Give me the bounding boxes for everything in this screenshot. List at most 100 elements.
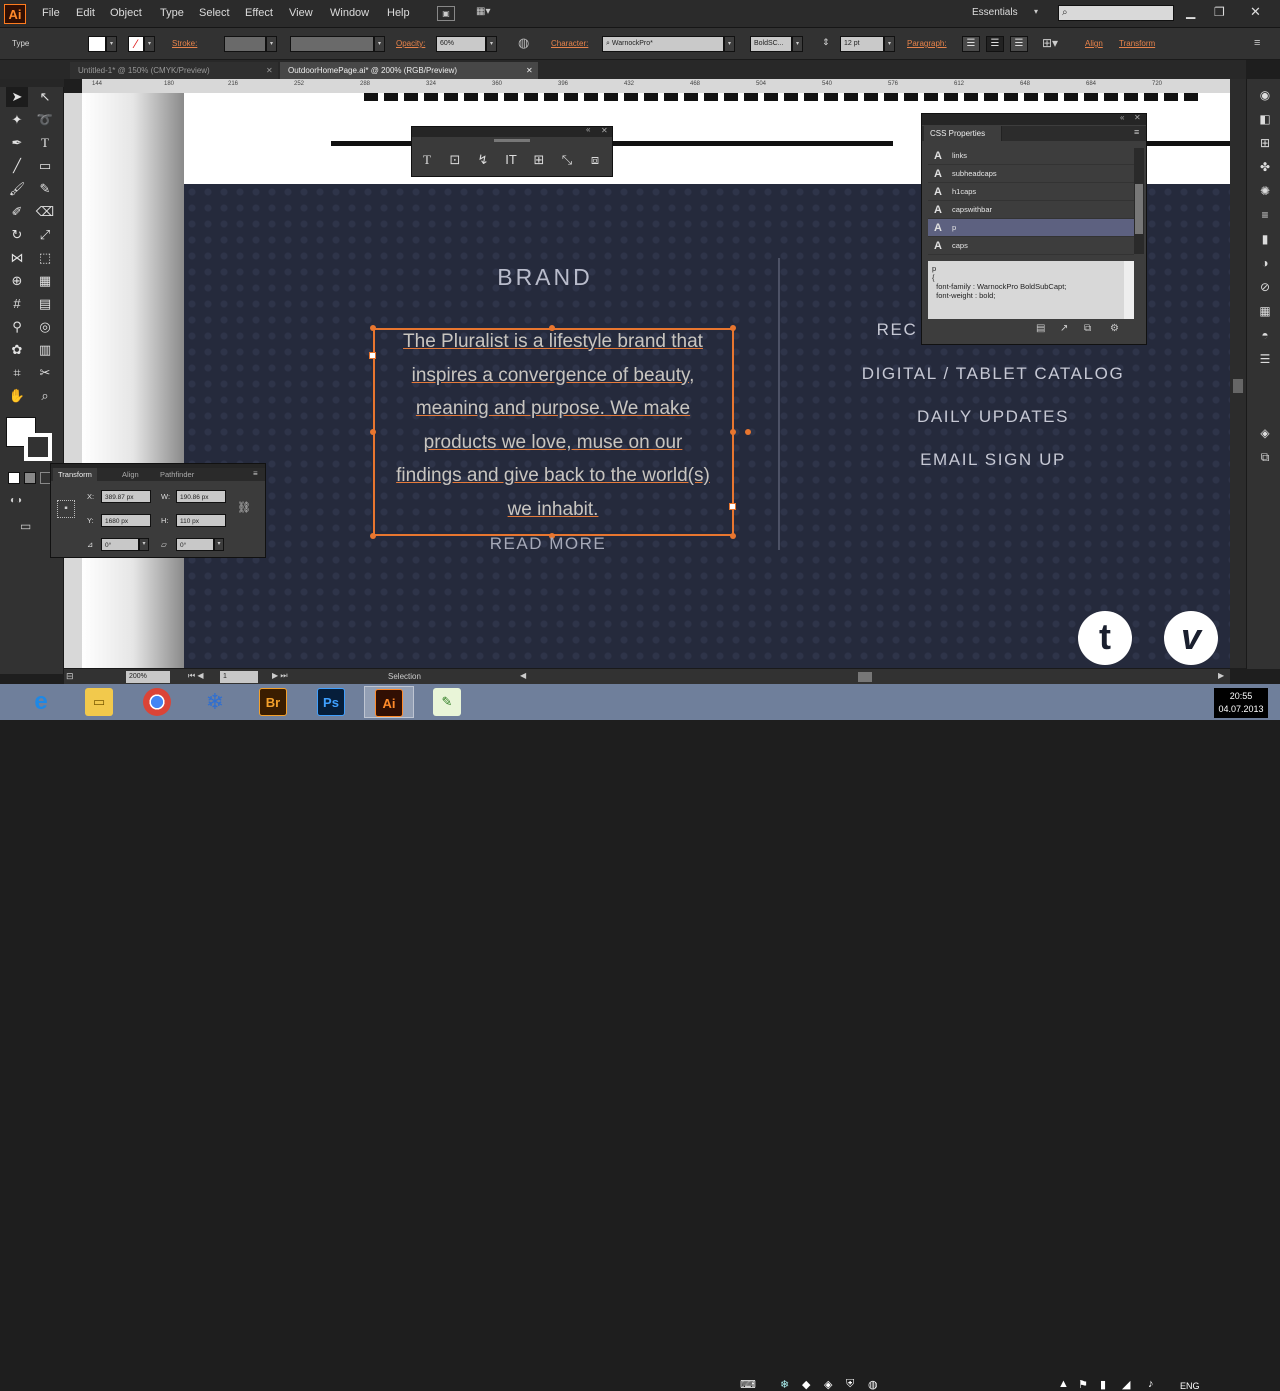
taskbar-notepad[interactable]: ✎: [422, 686, 472, 718]
appearance-panel-icon[interactable]: ⊘: [1256, 279, 1274, 295]
show-hidden-icons[interactable]: ▲: [1058, 1378, 1069, 1390]
font-family-field[interactable]: ⌕ WarnockPro*: [602, 36, 724, 52]
vimeo-icon[interactable]: v: [1164, 611, 1218, 665]
fill-dropdown-icon[interactable]: ▾: [106, 36, 117, 52]
taskbar-photoshop[interactable]: Ps: [306, 686, 356, 718]
vertical-scrollbar[interactable]: [1230, 79, 1246, 668]
touch-type-tool-icon[interactable]: ⧈: [586, 151, 604, 169]
css-style-row[interactable]: Alinks: [928, 147, 1134, 165]
shear-field[interactable]: 0°: [176, 538, 214, 551]
taskbar-snowflake[interactable]: ❄: [190, 686, 240, 718]
column-graph-tool-icon[interactable]: ▥: [34, 340, 56, 360]
css-style-row-selected[interactable]: Ap: [928, 219, 1134, 237]
zoom-tool-icon[interactable]: ⌕: [34, 386, 56, 406]
type-tool-icon[interactable]: T: [34, 133, 56, 153]
first-artboard-icon[interactable]: ⏮ ◀: [188, 671, 204, 681]
variable-width-dropdown[interactable]: [290, 36, 374, 52]
font-size-dropdown-icon[interactable]: ▾: [884, 36, 895, 52]
flag-icon[interactable]: ⚑: [1078, 1378, 1088, 1391]
magic-wand-tool-icon[interactable]: ✦: [6, 110, 28, 130]
rotate-field[interactable]: 0°: [101, 538, 139, 551]
fill-swatch[interactable]: [88, 36, 106, 52]
rotate-dropdown-icon[interactable]: ▾: [139, 538, 149, 551]
font-family-dropdown-icon[interactable]: ▾: [724, 36, 735, 52]
lasso-tool-icon[interactable]: ➰: [34, 110, 56, 130]
workspace-switcher[interactable]: Essentials: [972, 7, 1018, 18]
font-style-field[interactable]: BoldSC...: [750, 36, 792, 52]
tab-close-icon[interactable]: ✕: [526, 62, 533, 79]
artboard-number-field[interactable]: 1: [220, 671, 258, 683]
color-guide-icon[interactable]: ◧: [1256, 111, 1274, 127]
align-link[interactable]: Align: [1085, 39, 1103, 48]
close-icon[interactable]: ✕: [1134, 113, 1141, 122]
tab-close-icon[interactable]: ✕: [266, 62, 273, 79]
tray-network-icon[interactable]: ◈: [824, 1378, 832, 1391]
transparency-panel-icon[interactable]: ◑: [1256, 255, 1274, 271]
panel-title-bar[interactable]: « ✕: [922, 113, 1146, 125]
collapse-icon[interactable]: «: [1120, 113, 1124, 122]
character-panel-icon[interactable]: ◓: [1256, 327, 1274, 343]
battery-icon[interactable]: ▮: [1100, 1378, 1106, 1391]
menu-help[interactable]: Help: [387, 7, 410, 19]
pencil-tool-icon[interactable]: ✎: [34, 179, 56, 199]
type-on-path-tool-icon[interactable]: ↯: [474, 151, 492, 169]
system-clock[interactable]: 20:55 04.07.2013: [1214, 688, 1268, 718]
direct-selection-tool-icon[interactable]: ↖: [34, 87, 56, 107]
stroke-panel-icon[interactable]: ≡: [1256, 207, 1274, 223]
stroke-weight-dropdown-icon[interactable]: ▾: [266, 36, 277, 52]
chevron-down-icon[interactable]: ▾: [1034, 7, 1038, 16]
hscroll-right-icon[interactable]: ▶: [1218, 671, 1224, 680]
rotate-tool-icon[interactable]: ↻: [6, 225, 28, 245]
code-scrollbar[interactable]: [1124, 261, 1134, 319]
bridge-icon[interactable]: ▣: [437, 6, 455, 21]
zoom-menu-icon[interactable]: ⊟: [66, 671, 74, 682]
artboard-tool-icon[interactable]: ⌗: [6, 363, 28, 383]
export-selected-icon[interactable]: ▤: [1036, 323, 1045, 334]
zoom-field[interactable]: 200%: [126, 671, 170, 683]
wifi-icon[interactable]: ◢: [1122, 1378, 1130, 1391]
tray-snowflake-icon[interactable]: ❄: [780, 1378, 789, 1391]
graphic-styles-panel-icon[interactable]: ▦: [1256, 303, 1274, 319]
stroke-label[interactable]: Stroke:: [172, 39, 197, 48]
css-style-row[interactable]: Ah1caps: [928, 183, 1134, 201]
rotate-handle[interactable]: [745, 429, 751, 435]
paragraph-panel-icon[interactable]: ☰: [1256, 351, 1274, 367]
menu-edit[interactable]: Edit: [76, 7, 95, 19]
css-code-view[interactable]: p { font-family : WarnockPro BoldSubCapt…: [928, 261, 1124, 319]
opacity-label[interactable]: Opacity:: [396, 39, 425, 48]
font-size-field[interactable]: 12 pt: [840, 36, 884, 52]
text-selection-bounding-box[interactable]: [373, 328, 734, 536]
shape-builder-tool-icon[interactable]: ⊕: [6, 271, 28, 291]
horizontal-ruler[interactable]: 144 180 216 252 288 324 360 396 432 468 …: [82, 79, 1230, 93]
color-panel-icon[interactable]: ◉: [1256, 87, 1274, 103]
hand-tool-icon[interactable]: ✋: [6, 386, 28, 406]
opacity-field[interactable]: 60%: [436, 36, 486, 52]
vertical-ruler[interactable]: [64, 93, 82, 668]
transform-link[interactable]: Transform: [1119, 39, 1155, 48]
stroke-color-swatch[interactable]: [24, 433, 52, 461]
taskbar-explorer[interactable]: ▭: [74, 686, 124, 718]
line-tool-icon[interactable]: ╱: [6, 156, 28, 176]
pen-tool-icon[interactable]: ✒: [6, 133, 28, 153]
menu-object[interactable]: Object: [110, 7, 142, 19]
tab-outdoor-homepage[interactable]: OutdoorHomePage.ai* @ 200% (RGB/Preview)…: [280, 62, 538, 79]
height-field[interactable]: 110 px: [176, 514, 226, 527]
next-artboard-icon[interactable]: ▶ ⏭: [272, 671, 288, 681]
gradient-panel-icon[interactable]: ▮: [1256, 231, 1274, 247]
css-style-row[interactable]: Asubheadcaps: [928, 165, 1134, 183]
symbols-panel-icon[interactable]: ✺: [1256, 183, 1274, 199]
mesh-tool-icon[interactable]: #: [6, 294, 28, 314]
copy-icon[interactable]: ↗: [1060, 323, 1068, 334]
menu-view[interactable]: View: [289, 7, 313, 19]
close-icon[interactable]: ✕: [1250, 4, 1261, 20]
language-indicator[interactable]: ENG: [1180, 1381, 1200, 1391]
taskbar-illustrator-active[interactable]: Ai: [364, 686, 414, 718]
opacity-dropdown-icon[interactable]: ▾: [486, 36, 497, 52]
text-out-port-handle[interactable]: [729, 503, 736, 510]
variable-width-arrow-icon[interactable]: ▾: [374, 36, 385, 52]
x-field[interactable]: 389.87 px: [101, 490, 151, 503]
free-transform-tool-icon[interactable]: ⬚: [34, 248, 56, 268]
panel-menu-icon[interactable]: ≡: [1134, 127, 1139, 137]
layers-panel-icon[interactable]: ◈: [1256, 425, 1274, 441]
tray-chat-icon[interactable]: ◍: [868, 1378, 878, 1391]
